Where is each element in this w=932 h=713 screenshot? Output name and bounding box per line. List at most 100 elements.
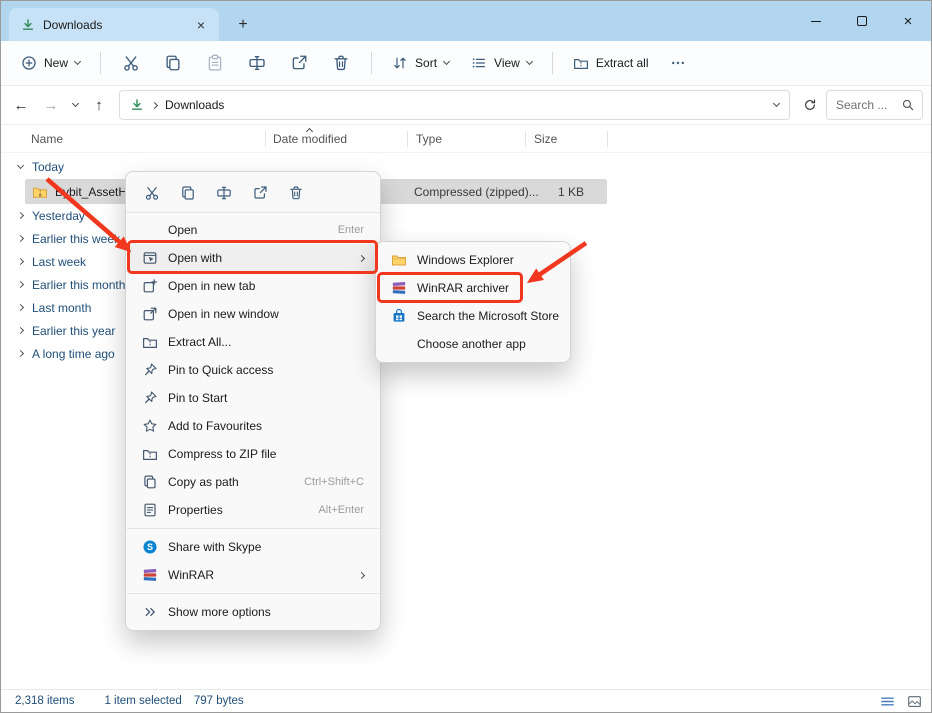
share-button[interactable] (279, 46, 319, 80)
extract-all-label: Extract all (596, 56, 649, 70)
sort-button[interactable]: Sort (382, 48, 459, 78)
submenu-item-winrar-archiver[interactable]: WinRAR archiver (379, 274, 567, 302)
view-toggles (879, 694, 923, 709)
new-tab-button[interactable]: + (231, 13, 255, 37)
new-button[interactable]: New (11, 48, 90, 78)
chevron-right-icon (151, 101, 158, 108)
more-options-button[interactable] (661, 46, 695, 80)
view-button[interactable]: View (461, 48, 542, 78)
menu-item-label: Open with (168, 251, 349, 265)
search-icon (901, 98, 915, 112)
rename-icon (248, 54, 266, 72)
address-dropdown-icon[interactable] (773, 100, 780, 107)
submenu-item-label: Windows Explorer (417, 253, 514, 267)
breadcrumb[interactable]: Downloads (119, 90, 790, 120)
menu-item-label: Add to Favourites (168, 419, 364, 433)
forward-icon: → (44, 97, 59, 114)
menu-item-open-in-new-tab[interactable]: Open in new tab (129, 272, 377, 300)
maximize-icon (857, 16, 867, 26)
chevron-right-icon (17, 281, 24, 288)
recent-locations-button[interactable] (67, 90, 83, 120)
delete-button[interactable] (321, 46, 361, 80)
chevron-right-icon (17, 212, 24, 219)
column-divider[interactable] (525, 131, 526, 147)
group-label: Today (32, 160, 64, 174)
tab-close-icon[interactable]: × (191, 15, 211, 35)
menu-item-properties[interactable]: Properties Alt+Enter (129, 496, 377, 524)
forward-button[interactable]: → (37, 90, 65, 120)
menu-item-open-in-new-window[interactable]: Open in new window (129, 300, 377, 328)
tab-title: Downloads (43, 18, 183, 32)
search-input[interactable] (834, 97, 897, 113)
copy-button[interactable] (173, 179, 202, 206)
new-window-icon (142, 306, 158, 322)
tab-downloads[interactable]: Downloads × (9, 8, 219, 41)
menu-item-label: Compress to ZIP file (168, 447, 364, 461)
cut-icon (144, 185, 160, 201)
cut-button[interactable] (111, 46, 151, 80)
up-icon: ↑ (95, 97, 103, 114)
menu-item-icon-spacer (142, 222, 158, 238)
menu-item-open-with[interactable]: Open with (129, 244, 377, 272)
share-icon (290, 54, 308, 72)
group-label: Earlier this week (32, 232, 120, 246)
breadcrumb-location[interactable]: Downloads (165, 98, 224, 112)
back-icon: ← (14, 97, 29, 114)
paste-button[interactable] (195, 46, 235, 80)
context-menu-quick-actions (126, 172, 380, 212)
copy-button[interactable] (153, 46, 193, 80)
menu-item-share-with-skype[interactable]: Share with Skype (129, 533, 377, 561)
menu-item-shortcut: Alt+Enter (318, 504, 364, 516)
menu-item-pin-to-quick-access[interactable]: Pin to Quick access (129, 356, 377, 384)
chevron-right-icon (17, 350, 24, 357)
menu-item-label: Open in new tab (168, 279, 364, 293)
chevron-down-icon (74, 58, 81, 65)
submenu-item-label: Search the Microsoft Store (417, 309, 559, 323)
paste-icon (206, 54, 224, 72)
column-divider[interactable] (607, 131, 608, 147)
menu-item-open[interactable]: Open Enter (129, 216, 377, 244)
submenu-item-search-microsoft-store[interactable]: Search the Microsoft Store (379, 302, 567, 330)
menu-item-winrar[interactable]: WinRAR (129, 561, 377, 589)
menu-item-copy-as-path[interactable]: Copy as path Ctrl+Shift+C (129, 468, 377, 496)
details-view-icon[interactable] (879, 694, 896, 709)
delete-button[interactable] (281, 179, 310, 206)
command-toolbar: New Sort View Extract all (1, 41, 931, 86)
column-header-date-modified[interactable]: Date modified (273, 132, 347, 146)
up-button[interactable]: ↑ (85, 90, 113, 120)
menu-item-show-more-options[interactable]: Show more options (129, 598, 377, 626)
submenu-item-windows-explorer[interactable]: Windows Explorer (379, 246, 567, 274)
address-bar: ← → ↑ Downloads (1, 86, 931, 125)
extract-all-button[interactable]: Extract all (563, 48, 659, 78)
column-divider[interactable] (265, 131, 266, 147)
rename-icon (216, 185, 232, 201)
refresh-button[interactable] (796, 90, 824, 120)
column-header-name[interactable]: Name (31, 132, 63, 146)
share-button[interactable] (245, 179, 274, 206)
submenu-item-choose-another-app[interactable]: Choose another app (379, 330, 567, 358)
zip-icon (142, 446, 158, 462)
column-header-size[interactable]: Size (534, 132, 557, 146)
menu-item-label: Pin to Start (168, 391, 364, 405)
minimize-button[interactable] (793, 1, 839, 41)
cut-button[interactable] (137, 179, 166, 206)
column-header-type[interactable]: Type (416, 132, 442, 146)
submenu-item-label: Choose another app (417, 337, 526, 351)
star-icon (142, 418, 158, 434)
copy-icon (180, 185, 196, 201)
menu-item-pin-to-start[interactable]: Pin to Start (129, 384, 377, 412)
menu-item-label: Pin to Quick access (168, 363, 364, 377)
close-button[interactable]: × (885, 1, 931, 41)
rename-button[interactable] (209, 179, 238, 206)
thumbnails-view-icon[interactable] (906, 694, 923, 709)
back-button[interactable]: ← (7, 90, 35, 120)
download-icon (21, 18, 35, 32)
menu-item-label: Extract All... (168, 335, 364, 349)
winrar-icon (142, 567, 158, 583)
menu-item-compress-to-zip[interactable]: Compress to ZIP file (129, 440, 377, 468)
column-divider[interactable] (407, 131, 408, 147)
menu-item-add-to-favourites[interactable]: Add to Favourites (129, 412, 377, 440)
menu-item-extract-all[interactable]: Extract All... (129, 328, 377, 356)
rename-button[interactable] (237, 46, 277, 80)
maximize-button[interactable] (839, 1, 885, 41)
